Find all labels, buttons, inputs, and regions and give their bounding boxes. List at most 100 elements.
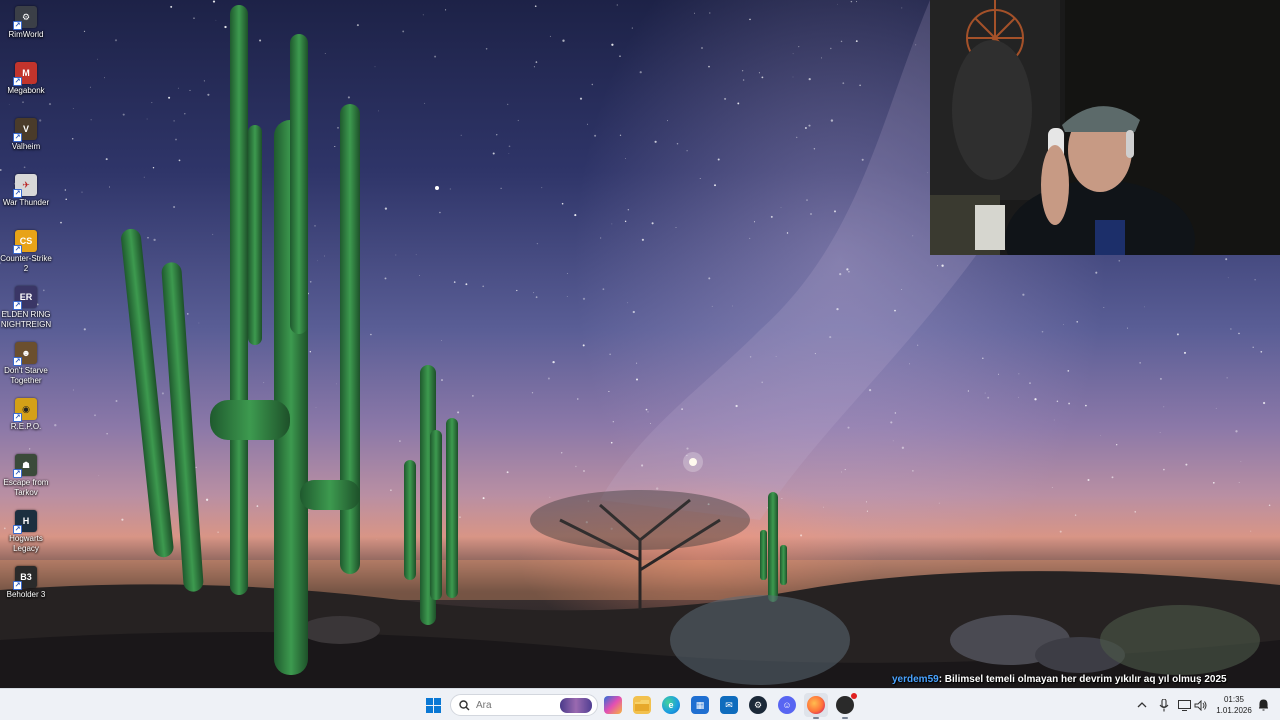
start-button[interactable] — [421, 693, 445, 717]
desktop-shortcut-rimworld[interactable]: ⚙ ↗ RimWorld — [0, 4, 52, 58]
taskbar-app-firefox[interactable] — [804, 693, 828, 719]
star — [1238, 481, 1240, 484]
star — [175, 138, 177, 141]
elden-ring-nightreign-icon: ER ↗ — [13, 286, 37, 310]
desktop-shortcut-hogwarts-legacy[interactable]: H ↗ Hogwarts Legacy — [0, 508, 52, 562]
webcam-feed — [930, 0, 1280, 255]
star — [370, 333, 372, 336]
star — [758, 72, 760, 74]
star — [770, 215, 773, 218]
rimworld-icon: ⚙ ↗ — [13, 6, 37, 30]
star — [841, 471, 843, 473]
star — [263, 382, 265, 384]
star — [256, 505, 259, 507]
star — [424, 102, 426, 104]
star — [376, 538, 378, 540]
star — [535, 296, 538, 299]
show-hidden-icons-button[interactable] — [1135, 698, 1149, 712]
star — [449, 188, 451, 190]
star — [984, 392, 986, 394]
star — [711, 305, 713, 307]
star — [507, 103, 509, 106]
microphone-button[interactable] — [1157, 698, 1171, 712]
taskbar-app-file-explorer[interactable] — [630, 693, 654, 717]
star — [830, 47, 832, 50]
star — [549, 496, 551, 498]
star — [517, 119, 519, 122]
star — [808, 124, 811, 127]
star — [894, 309, 896, 312]
star — [445, 9, 447, 11]
star — [583, 470, 585, 472]
star — [1215, 407, 1217, 409]
desktop-shortcut-repo[interactable]: ◉ ↗ R.E.P.O. — [0, 396, 52, 450]
taskbar-app-edge[interactable]: e — [659, 693, 683, 717]
star — [609, 353, 611, 356]
star — [1212, 481, 1215, 484]
star — [901, 289, 903, 290]
taskbar-clock[interactable]: 01:35 1.01.2026 — [1212, 694, 1256, 716]
star — [610, 441, 613, 444]
star — [627, 302, 629, 304]
star — [1116, 444, 1118, 446]
chat-username: yerdem59 — [892, 674, 939, 685]
star — [1268, 504, 1271, 507]
star — [840, 40, 843, 43]
star — [453, 281, 456, 283]
taskbar-search[interactable] — [450, 694, 598, 716]
desktop-shortcut-valheim[interactable]: V ↗ Valheim — [0, 116, 52, 170]
taskbar-app-copilot[interactable] — [601, 693, 625, 717]
taskbar-app-discord[interactable]: ☺ — [775, 693, 799, 717]
desktop-shortcut-escape-from-tarkov[interactable]: ☗ ↗ Escape from Tarkov — [0, 452, 52, 506]
dont-starve-together-icon: ☻ ↗ — [13, 342, 37, 366]
star — [987, 396, 990, 399]
star — [184, 113, 186, 115]
desktop-shortcut-dont-starve-together[interactable]: ☻ ↗ Don't Starve Together — [0, 340, 52, 394]
star — [619, 55, 621, 57]
folder-icon — [633, 696, 651, 714]
star — [612, 421, 614, 423]
star — [1250, 530, 1252, 532]
star — [1144, 306, 1145, 308]
star — [173, 205, 176, 209]
taskbar-app-outlook[interactable]: ✉ — [717, 693, 741, 717]
star — [547, 377, 550, 380]
star — [982, 357, 984, 359]
desktop-shortcut-beholder-3[interactable]: B3 ↗ Beholder 3 — [0, 564, 52, 618]
taskbar-app-steam[interactable]: ⚙ — [746, 693, 770, 717]
desktop-shortcut-elden-ring-nightreign[interactable]: ER ↗ ELDEN RING NIGHTREIGN — [0, 284, 52, 338]
star — [193, 17, 195, 19]
star — [566, 296, 568, 298]
star — [259, 39, 262, 42]
star — [786, 232, 789, 234]
taskbar-app-microsoft-store[interactable]: ▦ — [688, 693, 712, 717]
star — [780, 207, 782, 208]
notifications-button[interactable] — [1256, 698, 1270, 712]
star — [608, 390, 610, 393]
star — [709, 12, 711, 14]
star — [1111, 476, 1114, 479]
star — [667, 120, 668, 122]
network-button[interactable] — [1177, 698, 1191, 712]
star — [560, 452, 563, 454]
taskbar-app-obs[interactable] — [833, 693, 857, 719]
star — [941, 264, 944, 267]
desktop-shortcut-megabonk[interactable]: M ↗ Megabonk — [0, 60, 52, 114]
star — [561, 202, 564, 205]
star — [314, 225, 316, 227]
star — [645, 408, 648, 411]
desktop-shortcut-war-thunder[interactable]: ✈ ↗ War Thunder — [0, 172, 52, 226]
star — [533, 66, 535, 68]
discord-icon: ☺ — [778, 696, 796, 714]
star — [97, 58, 99, 60]
star — [402, 30, 405, 33]
star — [701, 47, 703, 49]
volume-button[interactable] — [1193, 698, 1207, 712]
search-input[interactable] — [476, 699, 546, 711]
search-icon — [458, 699, 471, 712]
star — [821, 57, 823, 59]
star — [868, 388, 872, 392]
clock-date: 1.01.2026 — [1216, 706, 1252, 715]
taskbar: e ▦ ✉ ⚙ ☺ 01:35 1.01.2026 — [0, 688, 1280, 720]
desktop-shortcut-counter-strike-2[interactable]: CS ↗ Counter-Strike 2 — [0, 228, 52, 282]
